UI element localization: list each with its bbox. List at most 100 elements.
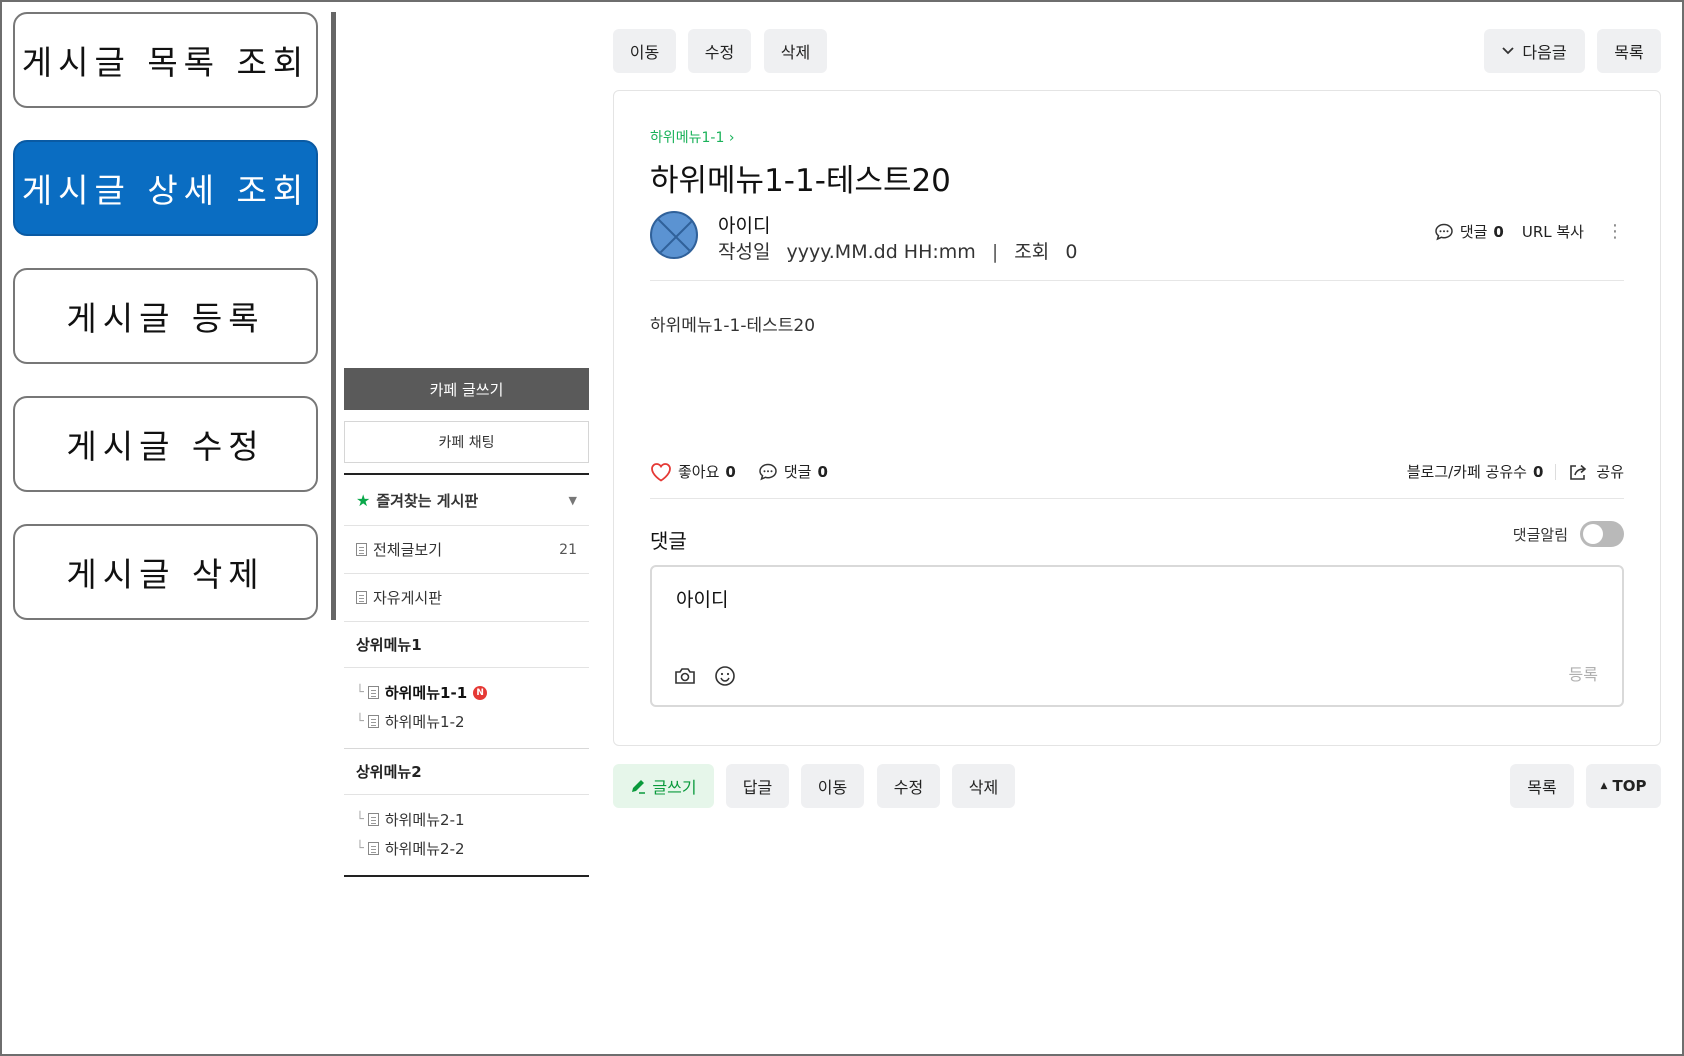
like-button[interactable]: 좋아요 0 xyxy=(650,461,736,482)
sidebar-item-label: 하위메뉴2-1 xyxy=(384,811,465,829)
post-meta: 작성일 yyyy.MM.dd HH:mm | 조회 0 xyxy=(718,237,1077,264)
sidebar-item-label: 전체글보기 xyxy=(373,541,443,559)
write-post-button[interactable]: 글쓰기 xyxy=(613,764,714,808)
article-body: 하위메뉴1-1-테스트20 xyxy=(650,316,816,336)
new-badge: N xyxy=(473,685,488,700)
delete-button[interactable]: 삭제 xyxy=(764,29,827,73)
comment-attach-tools xyxy=(674,665,754,687)
menu-group-items: └ 하위메뉴2-1 └ 하위메뉴2-2 xyxy=(344,795,589,875)
share-icon[interactable] xyxy=(1568,463,1588,481)
more-vertical-icon[interactable]: ⋮ xyxy=(1606,222,1624,240)
list-button[interactable]: 목록 xyxy=(1597,29,1661,73)
nav-detail-view-button[interactable]: 게시글 상세 조회 xyxy=(13,140,318,236)
heart-icon xyxy=(650,462,672,482)
comment-label: 댓글 xyxy=(783,463,812,481)
move-button[interactable]: 이동 xyxy=(613,29,676,73)
chevron-right-icon: › xyxy=(728,130,735,146)
document-icon xyxy=(367,686,379,699)
comment-submit-button[interactable]: 등록 xyxy=(1569,661,1598,685)
reply-button[interactable]: 답글 xyxy=(726,764,789,808)
reaction-bar: 좋아요 0 댓글 0 블로그/카페 공유수 0 공유 xyxy=(650,461,1624,482)
divider xyxy=(331,12,336,620)
comment-input-box[interactable]: 아이디 등록 xyxy=(650,565,1624,707)
document-icon xyxy=(356,591,367,604)
menu-group-title: 상위메뉴2 xyxy=(344,749,589,795)
document-icon xyxy=(367,842,379,855)
nav-delete-button[interactable]: 게시글 삭제 xyxy=(13,524,318,620)
edit-button[interactable]: 수정 xyxy=(688,29,751,73)
star-icon: ★ xyxy=(356,490,371,510)
comment-toggle-button[interactable]: 댓글 0 xyxy=(758,461,828,482)
nav-edit-button[interactable]: 게시글 수정 xyxy=(13,396,318,492)
scroll-top-button[interactable]: ▲ TOP xyxy=(1586,764,1661,808)
comment-alert-toggle[interactable] xyxy=(1580,521,1624,547)
next-post-label: 다음글 xyxy=(1522,43,1567,62)
list-button-bottom[interactable]: 목록 xyxy=(1510,764,1574,808)
nav-list-view-button[interactable]: 게시글 목록 조회 xyxy=(13,12,318,108)
board-menu: ★ 즐겨찾는 게시판 ▼ 전체글보기 21 자유게시판 상위메뉴1 └ 하위메뉴… xyxy=(344,473,589,877)
sidebar-item-all-posts[interactable]: 전체글보기 21 xyxy=(344,526,589,574)
tree-branch-icon: └ xyxy=(356,685,364,700)
triangle-up-icon: ▲ xyxy=(1600,781,1608,791)
breadcrumb-label: 하위메뉴1-1 xyxy=(650,130,725,146)
url-copy-button[interactable]: URL 복사 xyxy=(1522,221,1584,242)
favorites-label: 즐겨찾는 게시판 xyxy=(376,491,479,510)
post-count: 21 xyxy=(559,541,577,558)
menu-group-title: 상위메뉴1 xyxy=(344,622,589,668)
date-value: yyyy.MM.dd HH:mm xyxy=(786,241,976,263)
delete-button-bottom[interactable]: 삭제 xyxy=(952,764,1015,808)
article-card: 하위메뉴1-1 › 하위메뉴1-1-테스트20 아이디 작성일 yyyy.MM.… xyxy=(613,90,1661,746)
meta-divider: | xyxy=(991,241,999,263)
pencil-icon xyxy=(630,778,646,794)
breadcrumb[interactable]: 하위메뉴1-1 › xyxy=(650,127,734,147)
document-icon xyxy=(356,543,367,556)
views-label: 조회 xyxy=(1014,241,1050,263)
comment-count: 0 xyxy=(817,462,828,481)
top-label: TOP xyxy=(1612,777,1647,795)
comments-title: 댓글 xyxy=(650,529,687,553)
like-count: 0 xyxy=(725,462,736,481)
comment-label: 댓글 xyxy=(1459,223,1488,241)
author-name[interactable]: 아이디 xyxy=(718,211,770,238)
comment-author: 아이디 xyxy=(676,589,729,611)
article-tools: 댓글 0 URL 복사 ⋮ xyxy=(1416,221,1624,242)
share-button[interactable]: 공유 xyxy=(1596,461,1624,482)
share-count-label: 블로그/카페 공유수 xyxy=(1406,463,1527,481)
share-count: 0 xyxy=(1532,462,1544,481)
tree-branch-icon: └ xyxy=(356,841,364,856)
speech-bubble-icon xyxy=(758,462,778,482)
nav-create-button[interactable]: 게시글 등록 xyxy=(13,268,318,364)
speech-bubble-icon xyxy=(1434,222,1454,242)
divider xyxy=(650,280,1624,281)
avatar[interactable] xyxy=(650,211,698,259)
sidebar-item-free-board[interactable]: 자유게시판 xyxy=(344,574,589,622)
date-label: 작성일 xyxy=(718,241,771,263)
cafe-chat-button[interactable]: 카페 채팅 xyxy=(344,421,589,463)
share-area: 블로그/카페 공유수 0 공유 xyxy=(1407,461,1624,482)
favorites-toggle[interactable]: ★ 즐겨찾는 게시판 ▼ xyxy=(344,475,589,526)
sidebar-item-label: 하위메뉴2-2 xyxy=(384,840,465,858)
divider xyxy=(650,498,1624,499)
sidebar-item-submenu-1-2[interactable]: └ 하위메뉴1-2 xyxy=(344,707,589,736)
emoji-icon[interactable] xyxy=(714,665,736,687)
document-icon xyxy=(367,813,379,826)
tree-branch-icon: └ xyxy=(356,812,364,827)
comment-count: 0 xyxy=(1493,222,1504,241)
sidebar-item-label: 하위메뉴1-1 xyxy=(384,684,468,702)
sidebar-item-submenu-2-2[interactable]: └ 하위메뉴2-2 xyxy=(344,834,589,863)
camera-icon[interactable] xyxy=(674,666,696,686)
edit-button-bottom[interactable]: 수정 xyxy=(877,764,940,808)
sidebar-item-label: 하위메뉴1-2 xyxy=(384,713,465,731)
caret-down-icon: ▼ xyxy=(568,493,577,507)
sidebar-item-label: 자유게시판 xyxy=(373,589,443,607)
tree-branch-icon: └ xyxy=(356,714,364,729)
sidebar-item-submenu-1-1[interactable]: └ 하위메뉴1-1 N xyxy=(344,678,589,707)
write-post-label: 글쓰기 xyxy=(652,778,697,797)
next-post-button[interactable]: 다음글 xyxy=(1484,29,1585,73)
document-icon xyxy=(367,715,379,728)
url-copy-label: URL 복사 xyxy=(1521,223,1584,241)
move-button-bottom[interactable]: 이동 xyxy=(801,764,864,808)
cafe-write-button[interactable]: 카페 글쓰기 xyxy=(344,368,589,410)
comment-count-button[interactable]: 댓글 0 xyxy=(1434,221,1504,242)
sidebar-item-submenu-2-1[interactable]: └ 하위메뉴2-1 xyxy=(344,805,589,834)
